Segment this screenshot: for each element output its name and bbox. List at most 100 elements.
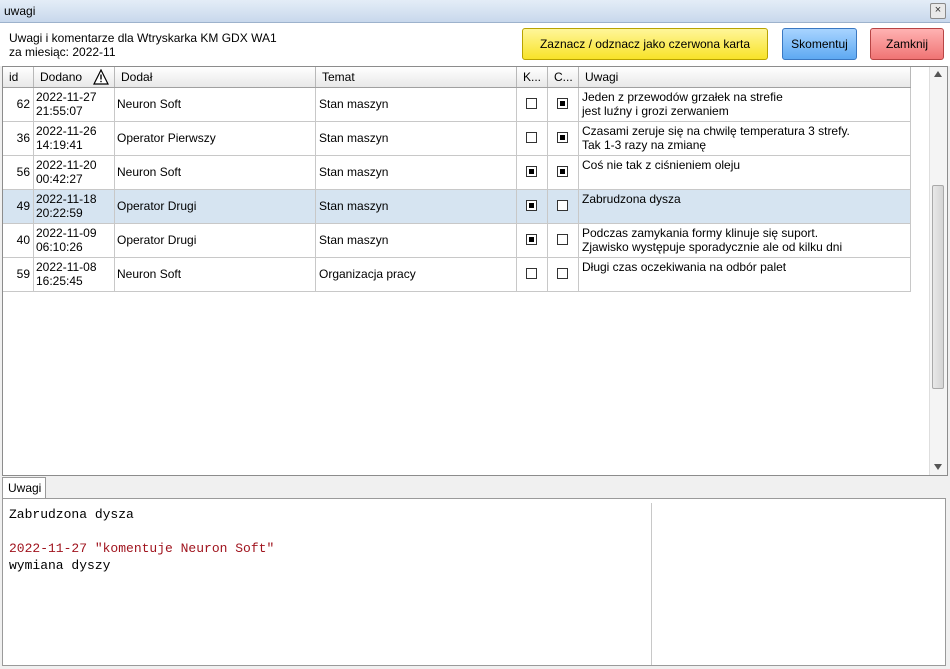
column-header-date[interactable]: Dodano <box>34 67 115 87</box>
cell-date: 2022-11-09 06:10:26 <box>34 224 115 257</box>
cell-notes-line1: Zabrudzona dysza <box>582 192 681 206</box>
detail-side-panel <box>651 503 946 665</box>
red-card-checkbox[interactable] <box>526 234 537 245</box>
header-area: Uwagi i komentarze dla Wtryskarka KM GDX… <box>0 23 950 66</box>
comment-checkbox[interactable] <box>557 200 568 211</box>
column-header-id[interactable]: id <box>3 67 34 87</box>
table-row[interactable]: 36 2022-11-26 14:19:41 Operator Pierwszy Sta… <box>3 122 911 156</box>
notes-grid: id Dodano Dodał Temat K... C... Uwagi 62… <box>2 66 948 476</box>
red-card-checkbox[interactable] <box>526 132 537 143</box>
cell-id: 49 <box>3 190 34 223</box>
table-row[interactable]: 40 2022-11-09 06:10:26 Operator Drugi Stan m… <box>3 224 911 258</box>
cell-notes-line2: jest luźny i grozi zerwaniem <box>582 104 729 118</box>
cell-topic: Stan maszyn <box>316 88 517 121</box>
cell-added-by: Operator Drugi <box>115 224 316 257</box>
chevron-up-icon[interactable] <box>934 71 942 77</box>
detail-comment-header: 2022-11-27 "komentuje Neuron Soft" <box>9 541 275 556</box>
cell-date: 2022-11-20 00:42:27 <box>34 156 115 189</box>
header-machine-line: Uwagi i komentarze dla Wtryskarka KM GDX… <box>9 31 277 45</box>
cell-k <box>517 156 548 189</box>
red-card-checkbox[interactable] <box>526 98 537 109</box>
warning-triangle-icon <box>93 69 109 85</box>
window-close-icon[interactable]: × <box>930 3 946 19</box>
comment-checkbox[interactable] <box>557 98 568 109</box>
cell-date-day: 2022-11-09 <box>36 226 97 240</box>
cell-date: 2022-11-26 14:19:41 <box>34 122 115 155</box>
cell-date-time: 16:25:45 <box>36 274 83 288</box>
cell-c <box>548 156 579 189</box>
red-card-checkbox[interactable] <box>526 200 537 211</box>
window-title: uwagi <box>4 4 36 18</box>
cell-date: 2022-11-08 16:25:45 <box>34 258 115 291</box>
cell-k <box>517 122 548 155</box>
cell-notes: Coś nie tak z ciśnieniem oleju <box>579 156 911 189</box>
cell-notes: Czasami zeruje się na chwilę temperatura… <box>579 122 911 155</box>
cell-notes-line2: Zjawisko występuje sporadycznie ale od k… <box>582 240 843 254</box>
cell-topic: Stan maszyn <box>316 122 517 155</box>
table-row[interactable]: 59 2022-11-08 16:25:45 Neuron Soft Organizac… <box>3 258 911 292</box>
cell-c <box>548 122 579 155</box>
cell-id: 59 <box>3 258 34 291</box>
tab-notes[interactable]: Uwagi <box>2 477 46 498</box>
cell-id: 36 <box>3 122 34 155</box>
cell-added-by: Neuron Soft <box>115 156 316 189</box>
cell-date-day: 2022-11-18 <box>36 192 97 206</box>
toggle-red-card-button[interactable]: Zaznacz / odznacz jako czerwona karta <box>522 28 768 60</box>
vertical-scrollbar[interactable] <box>929 67 947 475</box>
chevron-down-icon[interactable] <box>934 464 942 470</box>
cell-date-day: 2022-11-20 <box>36 158 97 172</box>
comment-checkbox[interactable] <box>557 268 568 279</box>
cell-topic: Stan maszyn <box>316 224 517 257</box>
detail-comment-body: wymiana dyszy <box>9 558 111 573</box>
comment-checkbox[interactable] <box>557 132 568 143</box>
column-header-k[interactable]: K... <box>517 67 548 87</box>
column-header-notes[interactable]: Uwagi <box>579 67 911 87</box>
comment-button[interactable]: Skomentuj <box>782 28 857 60</box>
cell-date-time: 14:19:41 <box>36 138 83 152</box>
table-row[interactable]: 49 2022-11-18 20:22:59 Operator Drugi Stan m… <box>3 190 911 224</box>
cell-date-time: 06:10:26 <box>36 240 83 254</box>
cell-added-by: Operator Pierwszy <box>115 122 316 155</box>
header-text: Uwagi i komentarze dla Wtryskarka KM GDX… <box>9 31 277 59</box>
cell-k <box>517 258 548 291</box>
cell-c <box>548 190 579 223</box>
cell-added-by: Neuron Soft <box>115 258 316 291</box>
cell-date-time: 00:42:27 <box>36 172 83 186</box>
table-row[interactable]: 62 2022-11-27 21:55:07 Neuron Soft Stan masz… <box>3 88 911 122</box>
cell-c <box>548 88 579 121</box>
cell-date-day: 2022-11-26 <box>36 124 97 138</box>
cell-notes-line1: Jeden z przewodów grzałek na strefie <box>582 90 783 104</box>
column-header-c[interactable]: C... <box>548 67 579 87</box>
cell-date: 2022-11-18 20:22:59 <box>34 190 115 223</box>
cell-k <box>517 224 548 257</box>
cell-added-by: Operator Drugi <box>115 190 316 223</box>
cell-date-day: 2022-11-27 <box>36 90 97 104</box>
notes-detail-panel[interactable]: Zabrudzona dysza 2022-11-27 "komentuje N… <box>2 498 946 666</box>
comment-checkbox[interactable] <box>557 166 568 177</box>
cell-c <box>548 258 579 291</box>
notes-detail-text: Zabrudzona dysza 2022-11-27 "komentuje N… <box>9 506 274 574</box>
cell-topic: Stan maszyn <box>316 190 517 223</box>
cell-notes-line1: Podczas zamykania formy klinuje się supo… <box>582 226 819 240</box>
close-button[interactable]: Zamknij <box>870 28 944 60</box>
red-card-checkbox[interactable] <box>526 268 537 279</box>
cell-date-day: 2022-11-08 <box>36 260 97 274</box>
cell-k <box>517 88 548 121</box>
cell-date-time: 21:55:07 <box>36 104 83 118</box>
cell-date: 2022-11-27 21:55:07 <box>34 88 115 121</box>
cell-topic: Organizacja pracy <box>316 258 517 291</box>
scrollbar-thumb[interactable] <box>932 185 944 389</box>
comment-checkbox[interactable] <box>557 234 568 245</box>
header-month-line: za miesiąc: 2022-11 <box>9 45 116 59</box>
cell-k <box>517 190 548 223</box>
cell-notes: Podczas zamykania formy klinuje się supo… <box>579 224 911 257</box>
column-header-added-by[interactable]: Dodał <box>115 67 316 87</box>
table-row[interactable]: 56 2022-11-20 00:42:27 Neuron Soft Stan masz… <box>3 156 911 190</box>
cell-id: 40 <box>3 224 34 257</box>
cell-notes: Zabrudzona dysza <box>579 190 911 223</box>
cell-id: 62 <box>3 88 34 121</box>
cell-id: 56 <box>3 156 34 189</box>
red-card-checkbox[interactable] <box>526 166 537 177</box>
column-header-topic[interactable]: Temat <box>316 67 517 87</box>
cell-notes-line1: Długi czas oczekiwania na odbór palet <box>582 260 787 274</box>
